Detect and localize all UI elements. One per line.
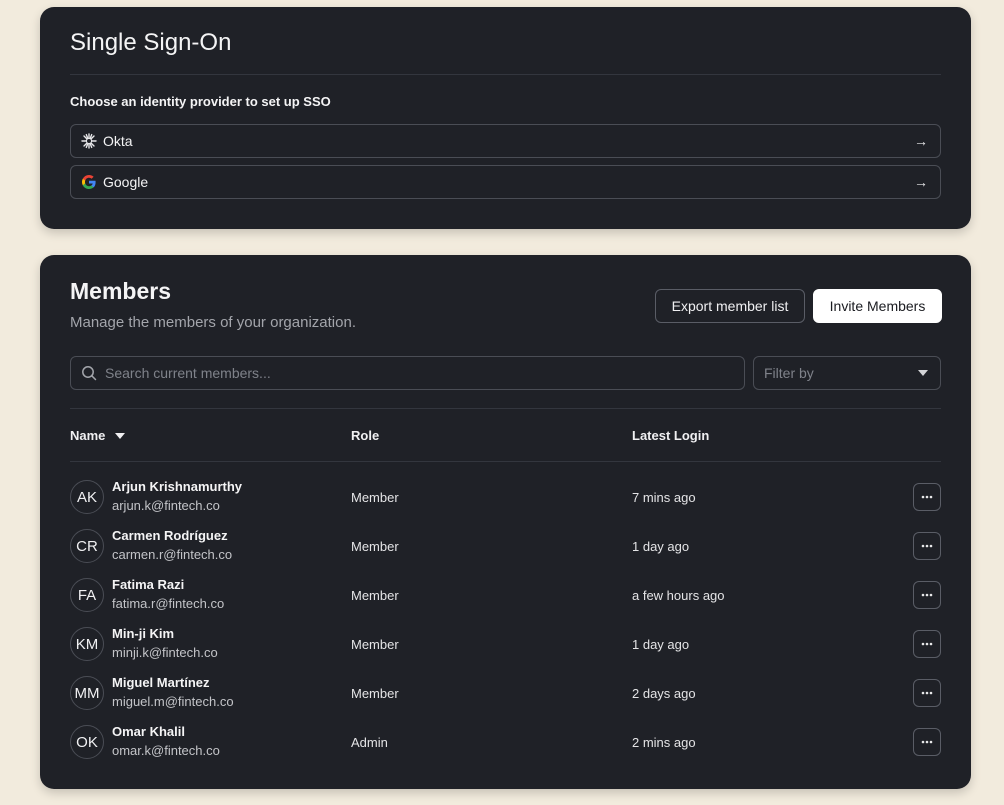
column-header-label: Name: [70, 428, 106, 443]
member-role: Member: [351, 588, 399, 603]
member-email: minji.k@fintech.co: [112, 645, 218, 660]
search-box[interactable]: [70, 356, 745, 390]
sso-subtitle: Choose an identity provider to set up SS…: [70, 94, 331, 109]
provider-label: Google: [103, 174, 149, 190]
more-actions-button[interactable]: [913, 679, 941, 707]
filter-select[interactable]: Filter by: [753, 356, 941, 390]
member-name: Omar Khalil: [112, 724, 185, 739]
table-row: MM Miguel Martínez miguel.m@fintech.co Memb…: [70, 669, 941, 718]
more-actions-button[interactable]: [913, 728, 941, 756]
more-horizontal-icon: [921, 642, 933, 646]
avatar: FA: [70, 578, 104, 612]
avatar: MM: [70, 676, 104, 710]
member-role: Member: [351, 490, 399, 505]
avatar: CR: [70, 529, 104, 563]
member-name: Carmen Rodríguez: [112, 528, 228, 543]
member-email: carmen.r@fintech.co: [112, 547, 233, 562]
table-row: CR Carmen Rodríguez carmen.r@fintech.co Mem…: [70, 522, 941, 571]
avatar: KM: [70, 627, 104, 661]
member-role: Admin: [351, 735, 388, 750]
provider-google-button[interactable]: Google →: [70, 165, 941, 199]
more-actions-button[interactable]: [913, 532, 941, 560]
member-latest-login: 1 day ago: [632, 637, 690, 652]
invite-members-button[interactable]: Invite Members: [813, 289, 942, 323]
arrow-right-icon: →: [914, 174, 928, 190]
divider: [70, 461, 941, 462]
more-horizontal-icon: [921, 740, 933, 744]
member-name: Fatima Razi: [112, 577, 185, 592]
divider: [70, 408, 941, 409]
sso-card: Single Sign-On Choose an identity provid…: [40, 7, 971, 229]
divider: [70, 74, 941, 75]
members-title: Members: [70, 278, 171, 304]
member-latest-login: 2 mins ago: [632, 735, 696, 750]
okta-icon: [81, 133, 97, 149]
export-member-list-button[interactable]: Export member list: [655, 289, 805, 323]
member-latest-login: 7 mins ago: [632, 490, 696, 505]
member-role: Member: [351, 539, 399, 554]
more-horizontal-icon: [921, 691, 933, 695]
sort-down-icon: [115, 432, 126, 439]
avatar: AK: [70, 480, 104, 514]
member-latest-login: a few hours ago: [632, 588, 725, 603]
sso-title: Single Sign-On: [70, 29, 232, 56]
member-email: fatima.r@fintech.co: [112, 596, 225, 611]
more-actions-button[interactable]: [913, 581, 941, 609]
filter-placeholder: Filter by: [764, 365, 814, 381]
column-header-name[interactable]: Name: [70, 428, 126, 443]
more-actions-button[interactable]: [913, 630, 941, 658]
caret-down-icon: [918, 370, 928, 376]
member-role: Member: [351, 637, 399, 652]
provider-okta-button[interactable]: Okta →: [70, 124, 941, 158]
google-icon: [81, 174, 97, 190]
more-horizontal-icon: [921, 495, 933, 499]
table-row: KM Min-ji Kim minji.k@fintech.co Member 1 da…: [70, 620, 941, 669]
member-email: arjun.k@fintech.co: [112, 498, 220, 513]
more-actions-button[interactable]: [913, 483, 941, 511]
more-horizontal-icon: [921, 544, 933, 548]
members-subtitle: Manage the members of your organization.: [70, 314, 356, 331]
provider-label: Okta: [103, 133, 133, 149]
avatar: OK: [70, 725, 104, 759]
table-row: OK Omar Khalil omar.k@fintech.co Admin 2 min…: [70, 718, 941, 767]
member-name: Min-ji Kim: [112, 626, 175, 641]
member-name: Arjun Krishnamurthy: [112, 479, 243, 494]
search-icon: [81, 365, 97, 381]
search-input[interactable]: [105, 365, 705, 381]
table-row: AK Arjun Krishnamurthy arjun.k@fintech.co M…: [70, 473, 941, 522]
more-horizontal-icon: [921, 593, 933, 597]
members-card: Members Manage the members of your organ…: [40, 255, 971, 789]
member-email: miguel.m@fintech.co: [112, 694, 234, 709]
member-latest-login: 1 day ago: [632, 539, 690, 554]
member-name: Miguel Martínez: [112, 675, 210, 690]
column-header-role: Role: [351, 428, 380, 443]
column-header-latest-login: Latest Login: [632, 428, 710, 443]
member-email: omar.k@fintech.co: [112, 743, 220, 758]
member-role: Member: [351, 686, 399, 701]
table-row: FA Fatima Razi fatima.r@fintech.co Member a …: [70, 571, 941, 620]
arrow-right-icon: →: [914, 133, 928, 149]
member-latest-login: 2 days ago: [632, 686, 696, 701]
